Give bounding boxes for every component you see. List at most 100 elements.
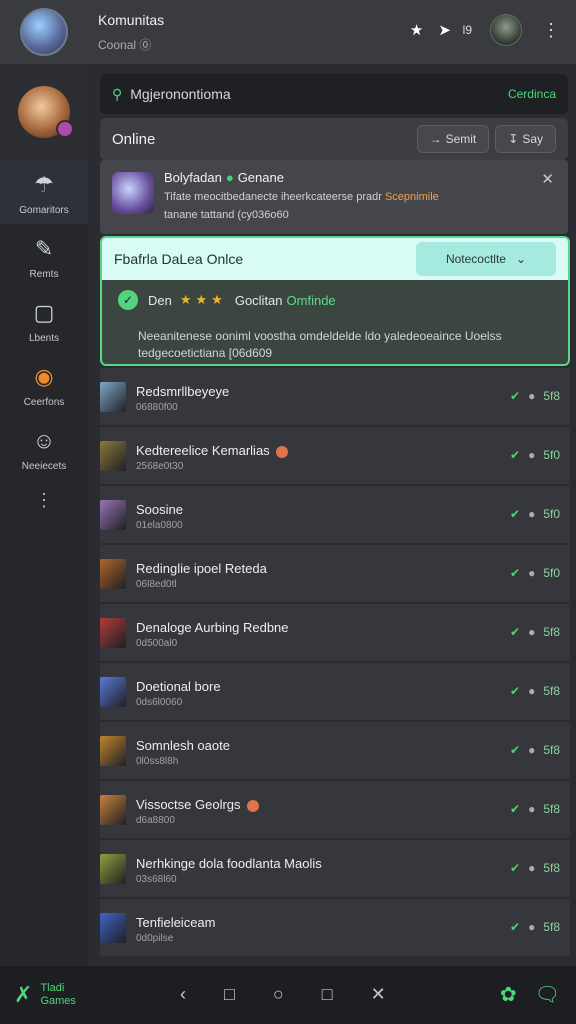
member-id: 0ds6l0060 [136, 697, 183, 708]
chat-icon[interactable]: 🗨 [535, 982, 560, 1007]
sidebar-item-conferences[interactable]: ◉ Ceerfons [0, 352, 88, 416]
member-id: 01ela0800 [136, 520, 183, 531]
status-icon: ● [528, 743, 536, 757]
header-titles: Komunitas Coonal ⓪ [98, 12, 164, 53]
download-icon: ↧ [508, 132, 519, 146]
brand-line2: Games [40, 995, 76, 1007]
recents-icon[interactable]: □ [322, 984, 333, 1005]
member-name-text: Soosine [136, 502, 183, 517]
list-item[interactable]: Nerhkinge dola foodlanta Maolis 03s68l60 ✔… [100, 840, 570, 899]
sidebar-more-icon[interactable]: ⋮ [0, 490, 88, 511]
sidebar-item-events[interactable]: ▢ Lbents [0, 288, 88, 352]
member-name: Tenfieleiceam [136, 915, 216, 930]
member-id: 0d0pilse [136, 933, 174, 944]
member-actions: ✔ ● 5f8 [510, 802, 560, 816]
check-icon[interactable]: ✔ [510, 743, 520, 757]
member-name-text: Kedtereelice Kemarlias [136, 443, 270, 458]
check-icon[interactable]: ✔ [510, 566, 520, 580]
pin-icon[interactable]: ★ [407, 21, 427, 39]
close-icon[interactable]: ✕ [541, 170, 554, 188]
list-item[interactable]: Redinglie ipoel Reteda 06l8ed0tl ✔ ● 5f0 [100, 545, 570, 604]
status-icon: ● [528, 625, 536, 639]
status-icon: ● [528, 802, 536, 816]
back-icon[interactable]: ‹ [180, 984, 186, 1005]
member-value: 5f8 [543, 625, 560, 639]
list-item[interactable]: Kedtereelice Kemarlias 2568e0t30 ✔ ● 5f0 [100, 427, 570, 486]
member-name-text: Redinglie ipoel Reteda [136, 561, 267, 576]
check-icon[interactable]: ✔ [510, 389, 520, 403]
member-name: Doetional bore [136, 679, 221, 694]
check-icon[interactable]: ✔ [510, 802, 520, 816]
member-actions: ✔ ● 5f8 [510, 920, 560, 934]
send-icon[interactable]: ➤ [435, 21, 455, 39]
member-thumbnail [100, 500, 126, 530]
badge-icon [275, 445, 288, 458]
brand-line1: Tladi [40, 982, 65, 994]
member-thumbnail [100, 559, 126, 589]
list-item[interactable]: Soosine 01ela0800 ✔ ● 5f0 [100, 486, 570, 545]
featured-action-button[interactable]: Notecoctlte ⌄ [416, 242, 556, 276]
member-name-text: Doetional bore [136, 679, 221, 694]
brand[interactable]: ✗ Tladi Games [14, 982, 76, 1008]
say-button[interactable]: ↧ Say [495, 125, 556, 153]
member-name-text: Tenfieleiceam [136, 915, 216, 930]
member-list: Redsmrllbeyeye 06880f00 ✔ ● 5f8 Kedtereelice … [100, 368, 570, 958]
member-thumbnail [100, 736, 126, 766]
check-icon[interactable]: ✔ [510, 625, 520, 639]
check-icon: ✓ [118, 290, 138, 310]
list-item[interactable]: Doetional bore 0ds6l0060 ✔ ● 5f8 [100, 663, 570, 722]
member-value: 5f8 [543, 389, 560, 403]
member-name: Redsmrllbeyeye [136, 384, 229, 399]
close-icon[interactable]: ✕ [371, 984, 386, 1005]
check-icon[interactable]: ✔ [510, 448, 520, 462]
list-item[interactable]: Redsmrllbeyeye 06880f00 ✔ ● 5f8 [100, 368, 570, 427]
member-value: 5f0 [543, 507, 560, 521]
member-value: 5f8 [543, 861, 560, 875]
sidebar-item-label: Remts [29, 268, 59, 280]
list-item[interactable]: Vissoctse Geolrgs d6a8800 ✔ ● 5f8 [100, 781, 570, 840]
search-bar[interactable]: ⚲ Mgjeronontioma Cerdinca [100, 74, 568, 114]
check-icon[interactable]: ✔ [510, 507, 520, 521]
user-avatar[interactable] [490, 14, 522, 46]
member-thumbnail [100, 618, 126, 648]
member-id: 2568e0t30 [136, 461, 184, 472]
community-avatar[interactable] [20, 8, 68, 56]
sidebar-item-communities[interactable]: ☂ Gomaritors [0, 160, 88, 224]
sort-button[interactable]: → Semit [416, 125, 490, 153]
notification-count: l9 [462, 23, 472, 37]
online-title: Online [112, 130, 156, 148]
status-icon: ● [528, 448, 536, 462]
settings-icon[interactable]: ✿ [500, 982, 517, 1007]
member-actions: ✔ ● 5f8 [510, 861, 560, 875]
status-icon: ● [528, 566, 536, 580]
list-item[interactable]: Tenfieleiceam 0d0pilse ✔ ● 5f8 [100, 899, 570, 958]
member-value: 5f8 [543, 802, 560, 816]
member-thumbnail [100, 382, 126, 412]
featured-status: Omfinde [286, 292, 336, 308]
list-item[interactable]: Denaloge Aurbing Redbne 0d500al0 ✔ ● 5f8 [100, 604, 570, 663]
member-thumbnail [100, 441, 126, 471]
member-value: 5f8 [543, 743, 560, 757]
member-actions: ✔ ● 5f8 [510, 684, 560, 698]
check-icon[interactable]: ✔ [510, 684, 520, 698]
featured-status-prefix: Goclitan [234, 292, 283, 308]
sidebar-profile[interactable] [0, 64, 88, 160]
communities-icon: ☂ [34, 171, 54, 197]
more-options-icon[interactable]: ⋮ [542, 20, 560, 41]
search-input[interactable]: Mgjeronontioma [130, 86, 230, 102]
notice-link[interactable]: Scepnimile [385, 191, 439, 203]
sidebar-item-posts[interactable]: ✎ Remts [0, 224, 88, 288]
member-name-text: Denaloge Aurbing Redbne [136, 620, 289, 635]
member-actions: ✔ ● 5f8 [510, 625, 560, 639]
sidebar-item-notifications[interactable]: ☺ Neeiecets [0, 416, 88, 480]
profile-badge [56, 120, 74, 138]
home-icon[interactable]: ○ [273, 984, 284, 1005]
check-icon[interactable]: ✔ [510, 920, 520, 934]
list-item[interactable]: Somnlesh oaote 0l0ss8l8h ✔ ● 5f8 [100, 722, 570, 781]
check-icon[interactable]: ✔ [510, 861, 520, 875]
filter-button[interactable]: Cerdinca [508, 87, 556, 101]
member-name-text: Vissoctse Geolrgs [136, 797, 241, 812]
sidebar-item-label: Ceerfons [23, 396, 65, 408]
member-actions: ✔ ● 5f0 [510, 566, 560, 580]
square-icon[interactable]: □ [224, 984, 235, 1005]
